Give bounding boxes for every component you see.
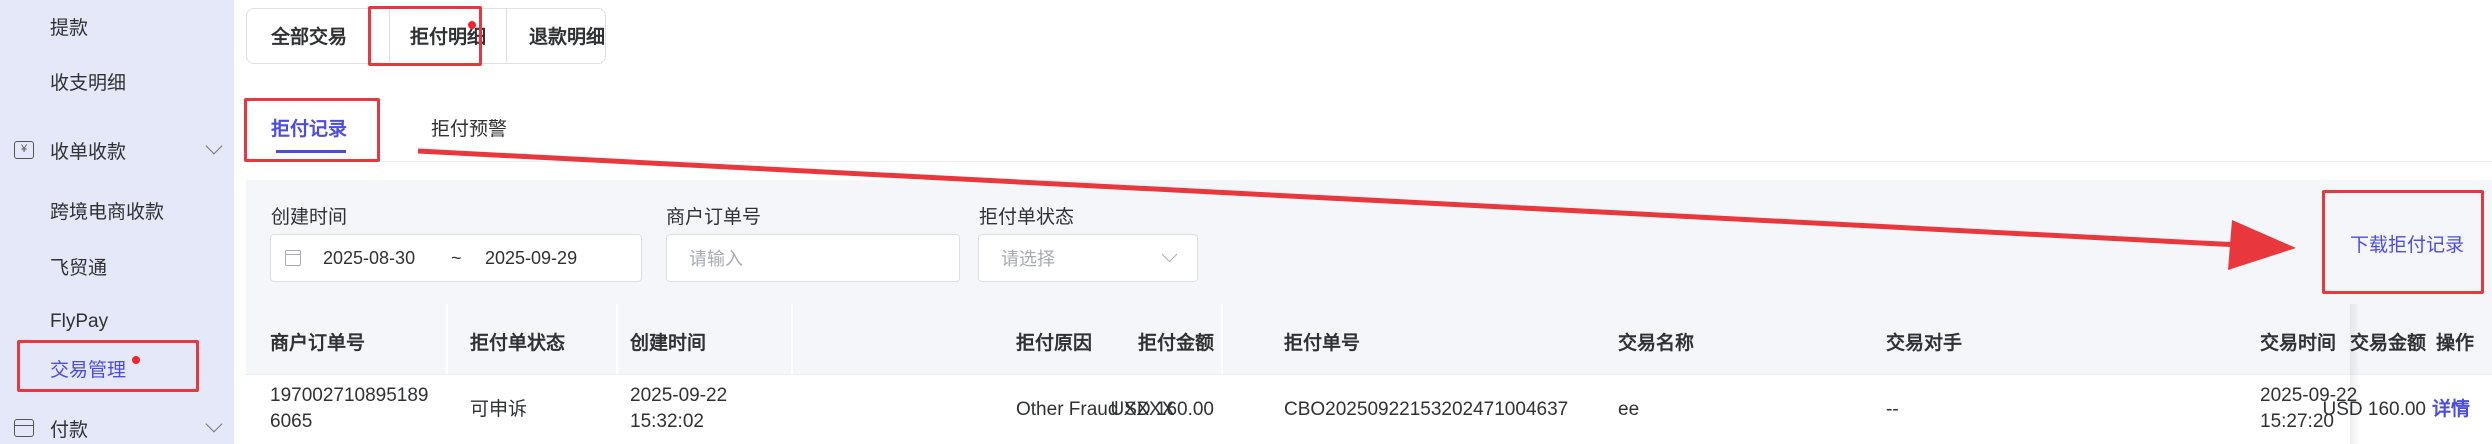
sidebar-item-label: 收单收款 [50, 141, 127, 163]
card-icon [14, 419, 34, 437]
filter-panel: 创建时间 2025-08-30 ~ 2025-09-29 商户订单号 请输入 拒… [246, 180, 2492, 304]
input-placeholder: 请输入 [689, 249, 743, 269]
chargeback-status-select[interactable]: 请选择 [978, 234, 1198, 282]
fixed-column-shadow [2350, 304, 2360, 444]
annotation-highlight-top-tab [368, 6, 482, 66]
tab-chargeback-alerts[interactable]: 拒付预警 [431, 114, 507, 141]
merchant-order-line2: 6065 [270, 411, 313, 432]
column-header: 操作 [2436, 333, 2475, 354]
sidebar-item-label: 付款 [50, 419, 89, 441]
select-placeholder: 请选择 [1001, 249, 1055, 269]
sidebar-group-collection[interactable]: ¥ 收单收款 [0, 130, 234, 170]
chargeback-reason-cell: Other Fraud XXXX [1016, 399, 1175, 420]
column-header: 交易名称 [1618, 333, 1695, 354]
date-separator: ~ [451, 247, 462, 268]
sidebar-item-label: FlyPay [50, 311, 109, 332]
trade-date: 2025-09-22 [2260, 385, 2358, 406]
column-divider [1221, 304, 1223, 374]
merchant-order-cell: 197002710895189 6065 [270, 383, 429, 435]
sidebar-item-flypay[interactable]: FlyPay [0, 302, 234, 342]
tab-label: 退款明细 [529, 27, 606, 48]
date-start: 2025-08-30 [323, 247, 416, 268]
merchant-order-label: 商户订单号 [666, 207, 762, 228]
sidebar-group-payment[interactable]: 付款 [0, 408, 234, 444]
column-divider [791, 304, 793, 374]
chargeback-status-label: 拒付单状态 [979, 207, 1075, 228]
annotation-highlight-download [2322, 190, 2484, 294]
sidebar-item-feimaotong[interactable]: 飞贸通 [0, 246, 234, 286]
status-cell: 可申诉 [470, 399, 528, 420]
annotation-highlight-sidebar [17, 340, 199, 392]
tab-all-transactions[interactable]: 全部交易 [271, 9, 347, 62]
merchant-order-line1: 197002710895189 [270, 385, 429, 406]
chevron-down-icon [205, 137, 223, 155]
sidebar-item-label: 提款 [50, 17, 89, 39]
tab-label: 全部交易 [271, 27, 348, 48]
yen-receipt-icon: ¥ [14, 141, 34, 159]
table-row: 197002710895189 6065 可申诉 2025-09-22 15:3… [246, 374, 2492, 444]
created-time-cell: 2025-09-22 15:32:02 [630, 383, 727, 435]
column-header: 交易金额 [2349, 333, 2426, 354]
merchant-order-input[interactable]: 请输入 [666, 234, 960, 282]
sidebar-item-label: 收支明细 [50, 72, 127, 94]
annotation-highlight-sub-tab [244, 98, 380, 162]
chevron-down-icon [1161, 246, 1178, 263]
column-divider [616, 304, 618, 374]
column-header: 交易时间 [2260, 333, 2337, 354]
created-date: 2025-09-22 [630, 385, 728, 406]
column-header: 拒付金额 [1137, 333, 1214, 354]
column-header: 商户订单号 [270, 333, 366, 354]
chargeback-sub-tabs: 拒付记录 拒付预警 [246, 98, 2492, 162]
trade-time-cell: 2025-09-22 15:27:20 [2260, 383, 2357, 435]
table-header: 商户订单号 拒付单状态 创建时间 拒付金额 拒付原因 拒付单号 交易名称 交易对… [246, 304, 2492, 374]
created-time-label: 创建时间 [271, 207, 348, 228]
counterparty-cell: -- [1886, 399, 1899, 420]
details-link[interactable]: 详情 [2432, 397, 2470, 423]
sidebar-item-label: 跨境电商收款 [50, 201, 165, 223]
column-header: 拒付单号 [1284, 333, 1361, 354]
date-range-picker[interactable]: 2025-08-30 ~ 2025-09-29 [270, 234, 642, 282]
created-time: 15:32:02 [630, 411, 704, 432]
tab-refund-details[interactable]: 退款明细 [529, 9, 605, 62]
column-header: 拒付原因 [1016, 333, 1093, 354]
sidebar-item-withdraw[interactable]: 提款 [0, 6, 234, 46]
sidebar-item-cross-border[interactable]: 跨境电商收款 [0, 190, 234, 230]
trade-time: 15:27:20 [2260, 411, 2334, 432]
trade-name-cell: ee [1618, 399, 1640, 420]
calendar-icon [285, 250, 301, 266]
column-header: 创建时间 [630, 333, 707, 354]
column-divider [446, 304, 448, 374]
column-header: 拒付单状态 [470, 333, 566, 354]
sidebar-item-label: 飞贸通 [50, 257, 108, 279]
column-header: 交易对手 [1886, 333, 1963, 354]
chevron-down-icon [205, 415, 223, 433]
chargeback-number-cell: CBO20250922153202471004637 [1284, 399, 1569, 420]
sidebar-item-income-expense[interactable]: 收支明细 [0, 61, 234, 101]
date-end: 2025-09-29 [485, 247, 578, 268]
